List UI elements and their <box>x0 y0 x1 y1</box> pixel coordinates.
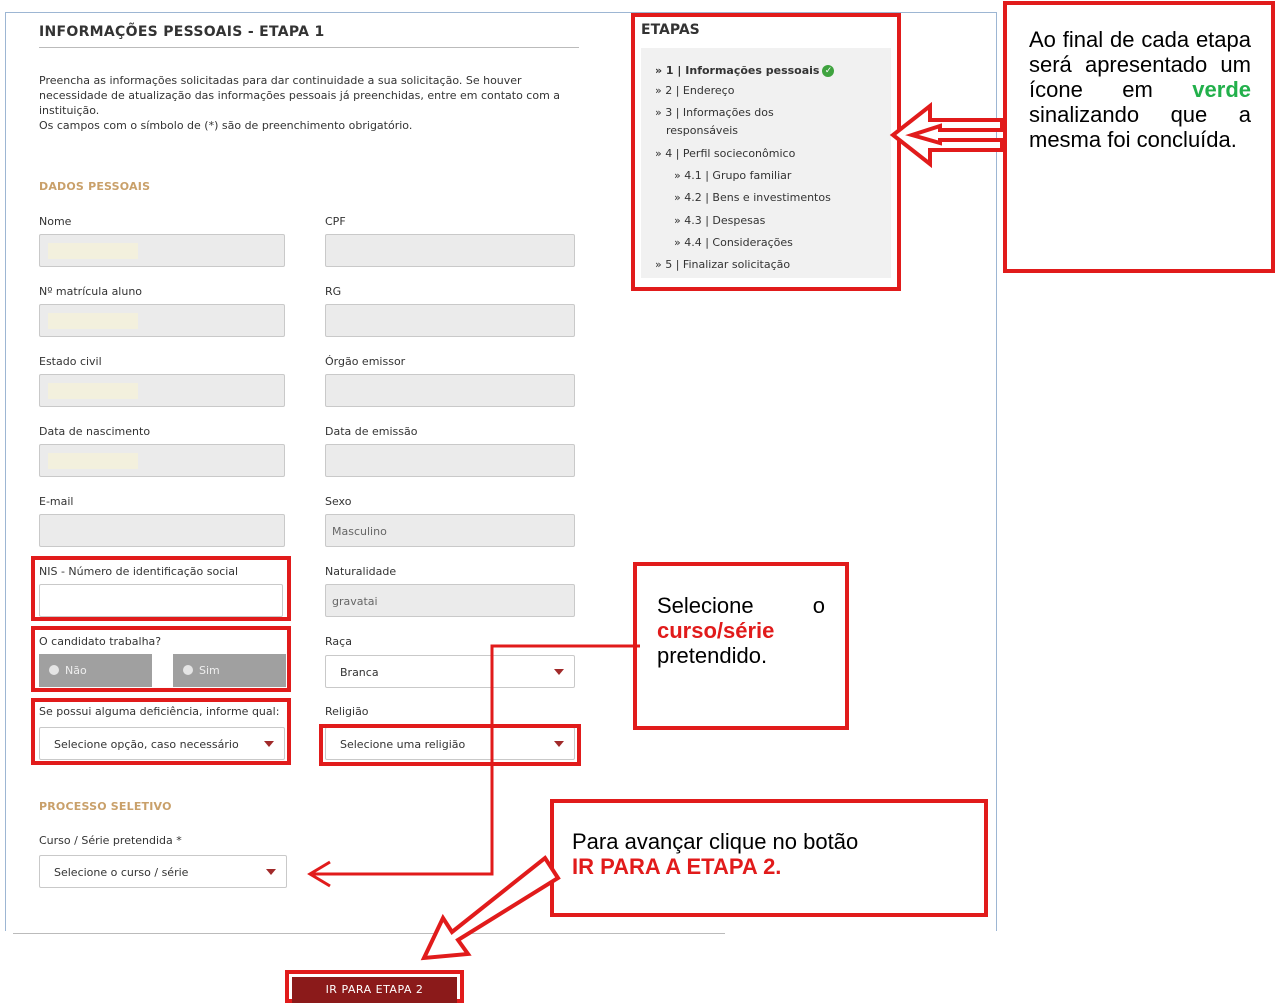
annotation-arrows <box>307 101 1004 961</box>
arrow-to-curso-icon <box>313 644 640 876</box>
arrow-to-steps-icon <box>889 101 1004 169</box>
